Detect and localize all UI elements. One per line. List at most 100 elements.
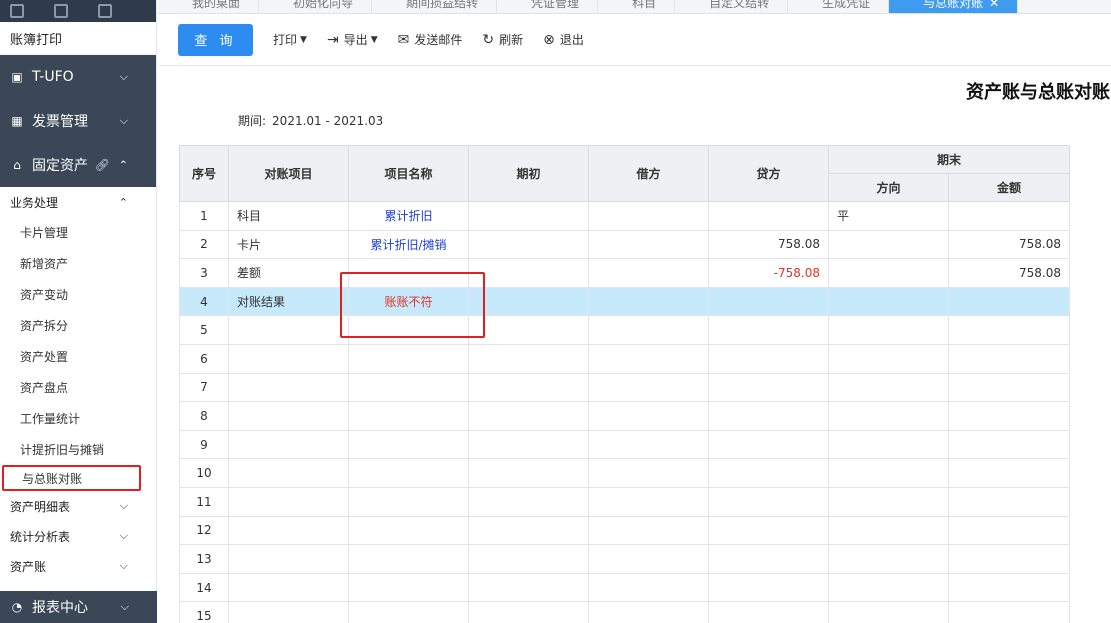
sidebar-group-asset-ledger[interactable]: 资产账 ⌵ — [0, 551, 156, 581]
sidebar-menu-label: T-UFO — [32, 69, 74, 85]
column-header-name[interactable]: 项目名称 — [348, 145, 469, 202]
cell-direction — [828, 229, 949, 260]
export-label: 导出 — [343, 33, 368, 47]
exit-button[interactable]: ⊗ 退出 — [543, 31, 584, 48]
table-row[interactable]: 6 — [179, 343, 1071, 374]
sidebar-top-icons — [0, 0, 156, 22]
cell-opening — [468, 258, 589, 288]
table-row[interactable]: 11 — [179, 486, 1071, 517]
column-header-debit[interactable]: 借方 — [588, 145, 709, 202]
refresh-label: 刷新 — [499, 33, 524, 47]
exit-label: 退出 — [559, 33, 584, 47]
table-row-selected[interactable]: 4 对账结果 账账不符 — [179, 286, 1071, 317]
tab-custom-transfer[interactable]: 自定义结转 — [675, 0, 789, 13]
table-row[interactable]: 8 — [179, 401, 1071, 431]
sidebar-menu-tufo[interactable]: ▣ T-UFO ⌵ — [0, 55, 156, 99]
cell-credit: -758.08 — [708, 258, 829, 288]
sidebar-menu-label: 报表中心 — [32, 600, 88, 616]
sidebar-group-label: 统计分析表 — [10, 529, 71, 544]
table-row[interactable]: 12 — [179, 515, 1071, 546]
sidebar-group-asset-detail[interactable]: 资产明细表 ⌵ — [0, 491, 156, 521]
tab-generate-voucher[interactable]: 生成凭证 — [788, 0, 890, 13]
cell-seq: 14 — [179, 572, 229, 603]
cell-seq: 6 — [179, 343, 229, 374]
table-row[interactable]: 7 — [179, 372, 1071, 403]
cell-item: 科目 — [228, 201, 349, 231]
sidebar-menu-report-center[interactable]: ◔ 报表中心 ⌵ — [0, 591, 157, 623]
link-icon[interactable]: 🔗︎ — [95, 158, 110, 172]
sidebar-item-asset-disposal[interactable]: 资产处置 — [0, 341, 156, 372]
table-row[interactable]: 5 — [179, 315, 1071, 345]
close-circle-icon: ⊗ — [543, 31, 555, 48]
column-header-closing: 期末 — [827, 145, 1071, 174]
table-row[interactable]: 9 — [179, 429, 1071, 460]
search-doc-icon[interactable] — [54, 4, 68, 18]
sidebar-item-card-management[interactable]: 卡片管理 — [0, 217, 156, 248]
column-header-opening[interactable]: 期初 — [468, 145, 589, 202]
close-icon[interactable]: ✕ — [989, 0, 999, 10]
sidebar-item-workload-stats[interactable]: 工作量统计 — [0, 403, 156, 434]
column-header-amount[interactable]: 金额 — [947, 173, 1071, 202]
sidebar-group-label: 资产账 — [10, 559, 47, 574]
tab-accounts[interactable]: 科目 — [598, 0, 676, 13]
edit-doc-icon[interactable] — [98, 4, 112, 18]
chevron-down-icon: ⌵ — [119, 70, 128, 83]
cell-opening — [468, 229, 589, 260]
refresh-button[interactable]: ↻ 刷新 — [482, 31, 523, 48]
sidebar-menu-invoice[interactable]: ▦ 发票管理 ⌵ — [0, 99, 156, 143]
sidebar-item-asset-change[interactable]: 资产变动 — [0, 279, 156, 310]
sidebar-item-print[interactable]: 账簿打印 — [0, 22, 156, 55]
mail-icon: ✉ — [397, 31, 410, 48]
tab-my-desktop[interactable]: 我的桌面 — [158, 0, 260, 13]
sidebar-item-ledger-reconcile[interactable]: 与总账对账 — [2, 465, 141, 491]
export-button[interactable]: ⇥ 导出 ▼ — [327, 31, 378, 48]
cell-seq: 11 — [179, 486, 229, 517]
table-row[interactable]: 13 — [179, 544, 1071, 574]
tab-period-transfer[interactable]: 期间损益结转 — [372, 0, 498, 13]
column-header-seq[interactable]: 序号 — [179, 145, 229, 202]
cell-name[interactable]: 累计折旧 — [348, 201, 469, 231]
cell-seq: 10 — [179, 458, 229, 488]
tab-voucher-management[interactable]: 凭证管理 — [497, 0, 599, 13]
sidebar-group-business[interactable]: 业务处理 ⌃ — [0, 187, 156, 217]
sidebar-item-new-asset[interactable]: 新增资产 — [0, 248, 156, 279]
grid-icon[interactable] — [10, 4, 24, 18]
sidebar-item-asset-split[interactable]: 资产拆分 — [0, 310, 156, 341]
table-row[interactable]: 2 卡片 累计折旧/摊销 758.08 758.08 — [179, 229, 1071, 260]
table-row[interactable]: 3 差额 -758.08 758.08 — [179, 258, 1071, 288]
cell-item: 差额 — [228, 258, 349, 288]
print-label: 打印 — [273, 33, 298, 47]
query-button[interactable]: 查 询 — [178, 23, 253, 56]
sidebar-item-asset-inventory[interactable]: 资产盘点 — [0, 372, 156, 403]
print-button[interactable]: 打印 ▼ — [273, 31, 307, 48]
cell-amount: 758.08 — [947, 258, 1071, 288]
cell-item: 对账结果 — [228, 286, 349, 317]
sidebar-group-stats[interactable]: 统计分析表 ⌵ — [0, 521, 156, 551]
column-header-item[interactable]: 对账项目 — [228, 145, 349, 202]
column-header-credit[interactable]: 贷方 — [708, 145, 829, 202]
sidebar-item-depreciation[interactable]: 计提折旧与摊销 — [0, 434, 156, 465]
cell-name[interactable]: 累计折旧/摊销 — [348, 229, 469, 260]
chevron-up-icon: ⌃ — [118, 195, 128, 209]
cell-seq: 8 — [179, 401, 229, 431]
export-icon: ⇥ — [326, 31, 339, 48]
table-row[interactable]: 1 科目 累计折旧 平 — [179, 201, 1071, 231]
tab-ledger-reconcile[interactable]: 与总账对账 ✕ — [889, 0, 1019, 13]
cell-direction — [828, 258, 949, 288]
column-header-direction[interactable]: 方向 — [828, 173, 949, 202]
cell-name — [348, 258, 469, 288]
tab-init-wizard[interactable]: 初始化向导 — [259, 0, 373, 13]
cell-seq: 4 — [179, 286, 229, 317]
tab-bar: 我的桌面 初始化向导 期间损益结转 凭证管理 科目 自定义结转 生成凭证 与总账… — [158, 0, 1111, 14]
cell-seq: 12 — [179, 515, 229, 546]
send-email-button[interactable]: ✉ 发送邮件 — [398, 31, 463, 48]
table-row[interactable]: 14 — [179, 572, 1071, 603]
table-row[interactable]: 10 — [179, 458, 1071, 488]
sidebar-menu-fixed-assets[interactable]: ⌂ 固定资产 🔗︎ ⌃ — [0, 143, 156, 187]
sidebar-group-label: 业务处理 — [10, 195, 59, 210]
chevron-down-icon: ▼ — [370, 34, 378, 45]
table-row[interactable]: 15 — [179, 601, 1071, 623]
cell-debit — [588, 286, 709, 317]
cell-amount — [947, 201, 1071, 231]
cell-seq: 3 — [179, 258, 229, 288]
